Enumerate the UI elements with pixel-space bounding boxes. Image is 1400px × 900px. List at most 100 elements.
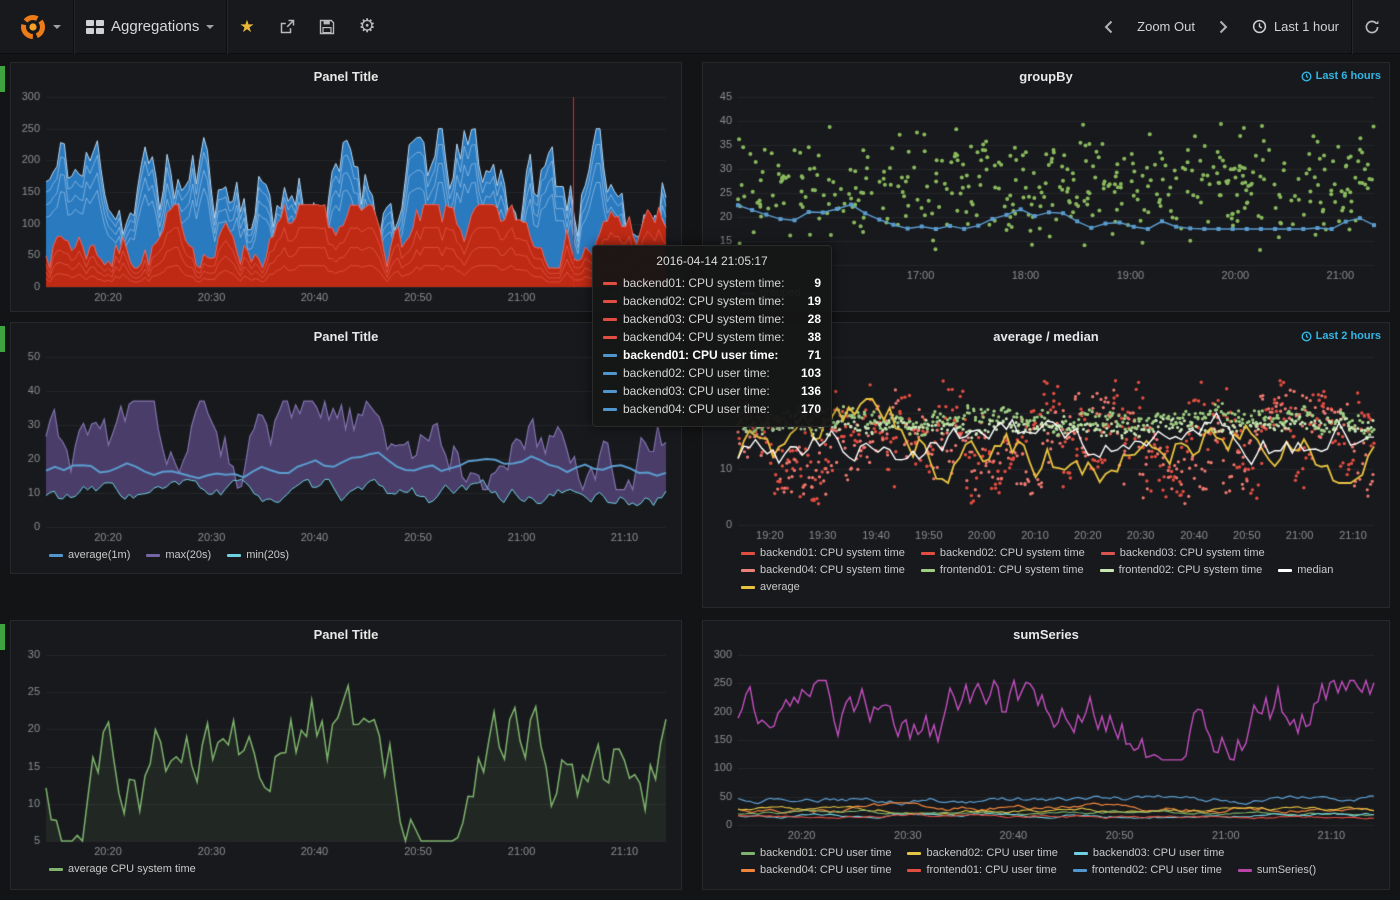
zoom-out-button[interactable]: Zoom Out xyxy=(1125,0,1207,54)
legend-color-icon xyxy=(741,852,755,855)
legend-label: frontend01: CPU system time xyxy=(940,563,1084,577)
tooltip-row: backend04: CPU user time:170 xyxy=(603,400,821,418)
panel-sumseries: sumSeries backend01: CPU user timebacken… xyxy=(702,620,1390,890)
legend: backend01: CPU user time backend02: CPU u… xyxy=(703,845,1389,881)
panel-time-badge[interactable]: Last 6 hours xyxy=(1301,63,1381,89)
legend-item[interactable]: frontend02: CPU system time xyxy=(1100,563,1263,577)
time-badge-label: Last 2 hours xyxy=(1316,330,1381,342)
legend-label: backend01: CPU user time xyxy=(760,846,891,860)
chevron-right-icon xyxy=(1219,20,1228,34)
tooltip-row: backend01: CPU user time:71 xyxy=(603,346,821,364)
legend-item[interactable]: backend04: CPU user time xyxy=(741,863,891,877)
time-back-button[interactable] xyxy=(1092,0,1125,54)
legend-item[interactable]: frontend01: CPU user time xyxy=(907,863,1056,877)
legend-label: median xyxy=(1297,563,1333,577)
panel-minmax-avg: Panel Title average(1m) max(20s) min(20s) xyxy=(10,322,682,574)
tooltip-row: backend02: CPU user time:103 xyxy=(603,364,821,382)
panel-title[interactable]: sumSeries xyxy=(703,621,1389,647)
star-button[interactable]: ★ xyxy=(227,0,266,54)
caret-down-icon xyxy=(206,25,214,29)
legend-item[interactable]: backend01: CPU user time xyxy=(741,846,891,860)
clock-icon xyxy=(1301,71,1312,82)
panel-title[interactable]: Panel Title xyxy=(11,621,681,647)
legend-item[interactable]: average(1m) xyxy=(49,548,130,562)
grafana-logo-icon xyxy=(20,14,46,40)
legend-item[interactable]: backend02: CPU user time xyxy=(907,846,1057,860)
tooltip-timestamp: 2016-04-14 21:05:17 xyxy=(603,254,821,268)
panel-title-label: Panel Title xyxy=(314,69,379,84)
share-icon xyxy=(279,19,295,35)
legend: average(1m) max(20s) min(20s) xyxy=(11,547,681,566)
settings-button[interactable]: ⚙ xyxy=(347,0,388,54)
panel-time-badge[interactable]: Last 2 hours xyxy=(1301,323,1381,349)
legend-item[interactable]: average CPU system time xyxy=(49,862,196,876)
legend-item[interactable]: backend03: CPU system time xyxy=(1101,546,1265,560)
legend-item[interactable]: median xyxy=(1278,563,1333,577)
legend-item[interactable]: max(20s) xyxy=(146,548,211,562)
panel-title[interactable]: Panel Title xyxy=(11,323,681,349)
refresh-button[interactable] xyxy=(1352,0,1392,54)
panel-avg-cpu: Panel Title average CPU system time xyxy=(10,620,682,890)
legend: backend01: CPU system time backend02: CPU… xyxy=(703,545,1389,598)
time-picker-button[interactable]: Last 1 hour xyxy=(1240,0,1351,54)
tooltip-row: backend03: CPU user time:136 xyxy=(603,382,821,400)
legend-label: average xyxy=(760,580,800,594)
panel-title-label: Panel Title xyxy=(314,329,379,344)
clock-icon xyxy=(1301,331,1312,342)
time-forward-button[interactable] xyxy=(1207,0,1240,54)
clock-icon xyxy=(1252,19,1267,34)
series-color-icon xyxy=(603,372,617,375)
legend-color-icon xyxy=(146,554,160,557)
legend-color-icon xyxy=(1278,569,1292,572)
star-icon: ★ xyxy=(239,18,254,35)
legend-item[interactable]: backend03: CPU user time xyxy=(1074,846,1224,860)
panel-title[interactable]: groupBy Last 6 hours xyxy=(703,63,1389,89)
graph-canvas[interactable] xyxy=(704,647,1388,845)
legend-item[interactable]: backend01: CPU system time xyxy=(741,546,905,560)
graph-canvas[interactable] xyxy=(12,647,680,861)
legend-color-icon xyxy=(741,586,755,589)
legend-item[interactable]: frontend01: CPU system time xyxy=(921,563,1084,577)
legend-label: sumSeries() xyxy=(1257,863,1316,877)
tooltip-row: backend04: CPU system time:38 xyxy=(603,328,821,346)
legend-label: average(1m) xyxy=(68,548,130,562)
legend-label: backend03: CPU user time xyxy=(1093,846,1224,860)
graph-canvas[interactable] xyxy=(12,89,680,307)
legend-color-icon xyxy=(907,869,921,872)
legend-label: average CPU system time xyxy=(68,862,196,876)
series-color-icon xyxy=(603,318,617,321)
graph-tooltip: 2016-04-14 21:05:17 backend01: CPU syste… xyxy=(592,245,832,427)
legend-color-icon xyxy=(1073,869,1087,872)
legend-label: backend02: CPU user time xyxy=(926,846,1057,860)
legend-label: frontend02: CPU user time xyxy=(1092,863,1222,877)
dashboard-picker[interactable]: Aggregations xyxy=(74,0,226,54)
row-handle[interactable] xyxy=(0,624,5,650)
series-color-icon xyxy=(603,282,617,285)
graph-canvas[interactable] xyxy=(12,349,680,547)
series-color-icon xyxy=(603,354,617,357)
legend-item[interactable]: backend02: CPU system time xyxy=(921,546,1085,560)
legend-item[interactable]: sumSeries() xyxy=(1238,863,1316,877)
legend-item[interactable]: frontend02: CPU user time xyxy=(1073,863,1222,877)
save-icon xyxy=(319,19,335,35)
legend-label: min(20s) xyxy=(246,548,289,562)
legend-label: backend04: CPU user time xyxy=(760,863,891,877)
refresh-icon xyxy=(1364,19,1380,35)
grafana-logo-button[interactable] xyxy=(8,0,73,54)
legend: average CPU system time xyxy=(11,861,681,880)
time-badge-label: Last 6 hours xyxy=(1316,70,1381,82)
row-handle[interactable] xyxy=(0,66,5,92)
legend-color-icon xyxy=(1100,569,1114,572)
panel-title-label: groupBy xyxy=(1019,69,1072,84)
legend-item[interactable]: min(20s) xyxy=(227,548,289,562)
save-button[interactable] xyxy=(307,0,347,54)
series-color-icon xyxy=(603,390,617,393)
panel-title[interactable]: Panel Title xyxy=(11,63,681,89)
row-handle[interactable] xyxy=(0,326,5,352)
legend-item[interactable]: backend04: CPU system time xyxy=(741,563,905,577)
legend-item[interactable]: average xyxy=(741,580,800,594)
tooltip-rows: backend01: CPU system time:9backend02: C… xyxy=(603,274,821,418)
legend-color-icon xyxy=(907,852,921,855)
legend-color-icon xyxy=(49,554,63,557)
share-button[interactable] xyxy=(267,0,307,54)
